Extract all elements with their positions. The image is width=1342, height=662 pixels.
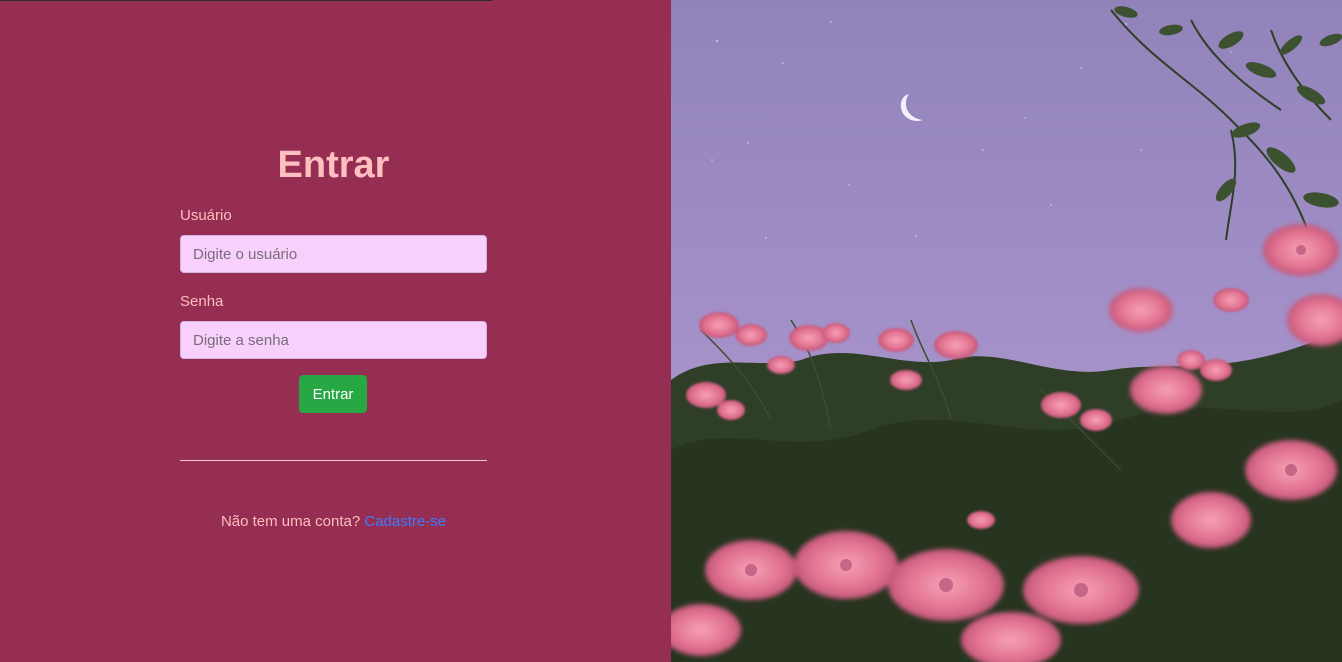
username-label: Usuário	[180, 207, 232, 224]
password-label: Senha	[180, 293, 224, 310]
login-panel: Entrar Usuário Senha Entrar Não tem uma …	[0, 0, 671, 662]
login-page: Entrar Usuário Senha Entrar Não tem uma …	[0, 0, 1342, 662]
top-border-line	[0, 0, 492, 1]
flowers-photo-image	[671, 0, 1342, 662]
signup-link[interactable]: Cadastre-se	[364, 513, 446, 530]
divider	[180, 460, 487, 461]
signup-prompt: Não tem uma conta?	[220, 513, 361, 530]
page-title: Entrar	[277, 144, 390, 186]
submit-button[interactable]: Entrar	[299, 375, 367, 413]
username-input[interactable]	[180, 235, 487, 273]
decorative-photo	[671, 0, 1342, 662]
signup-row: Não tem uma conta? Cadastre-se	[180, 512, 487, 532]
password-input[interactable]	[180, 321, 487, 359]
